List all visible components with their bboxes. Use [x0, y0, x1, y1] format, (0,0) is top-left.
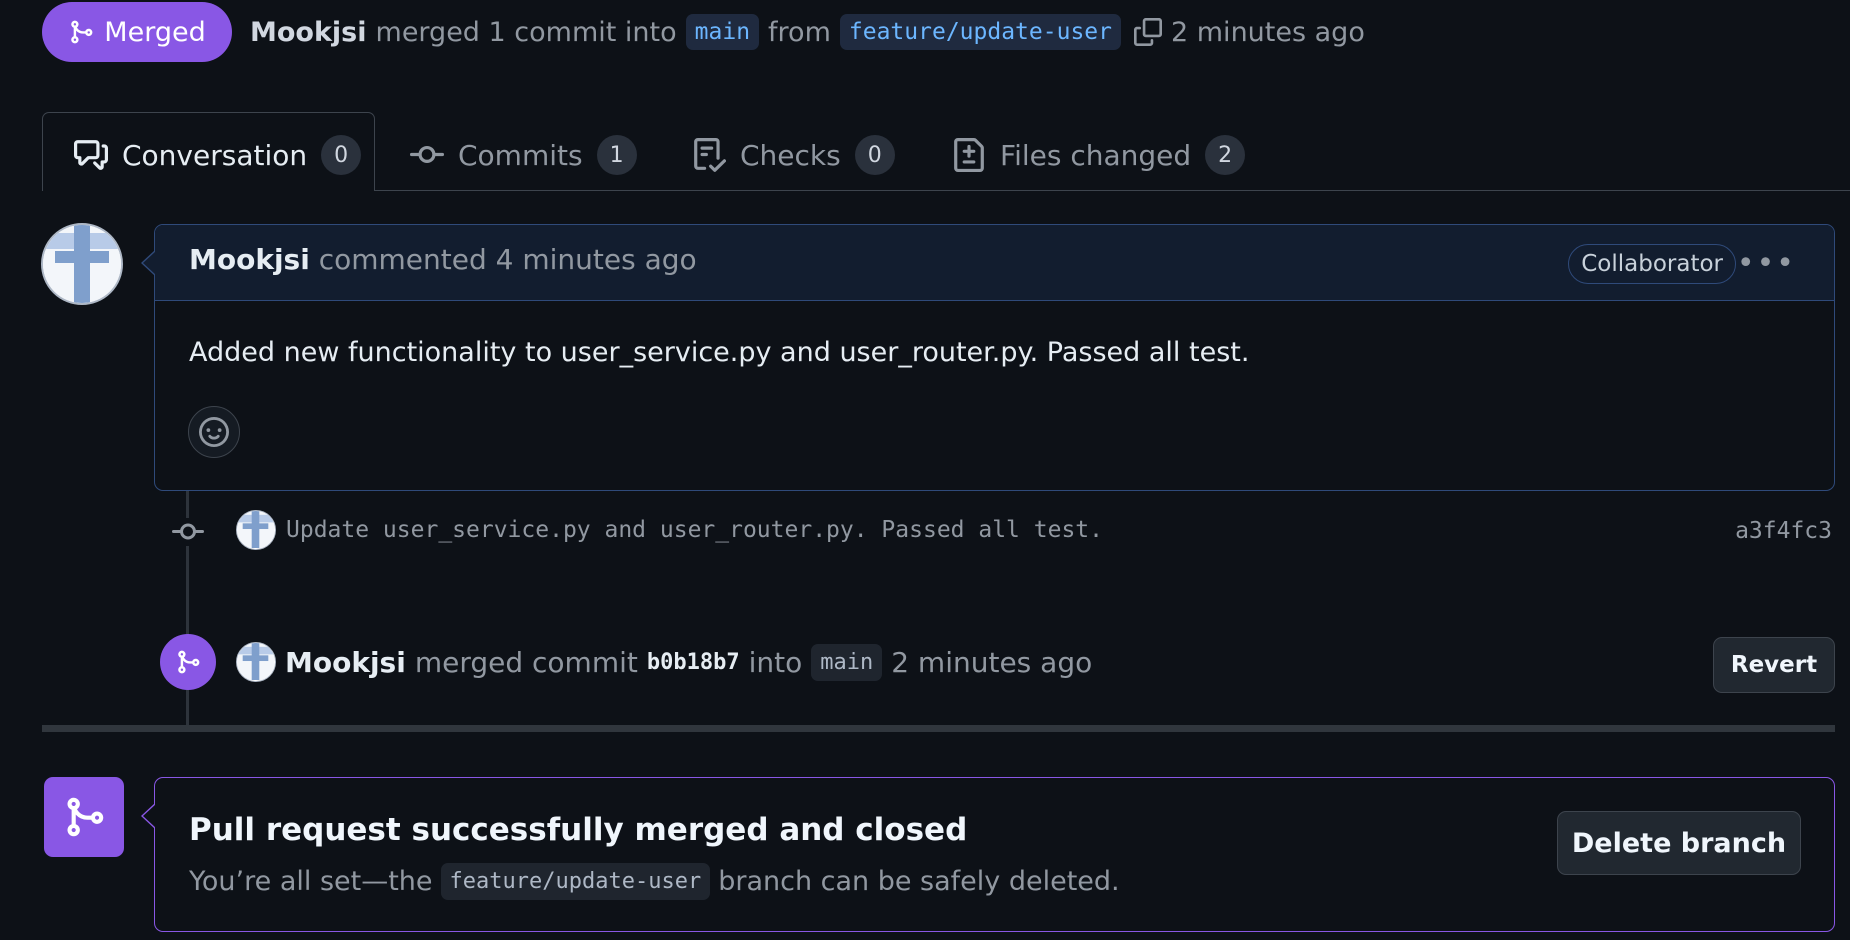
comment-body: Added new functionality to user_service.…: [189, 337, 1250, 368]
pr-author-link[interactable]: Mookjsi: [250, 17, 367, 48]
base-branch-link[interactable]: main: [685, 14, 760, 50]
delete-branch-button[interactable]: Delete branch: [1557, 811, 1801, 875]
merge-commit-sha-link[interactable]: b0b18b7: [647, 650, 740, 675]
merge-event-text: merged commit: [414, 645, 638, 679]
comment-box: Mookjsi commented 4 minutes ago Collabor…: [154, 224, 1835, 491]
avatar-identicon: [237, 511, 274, 548]
comment-author-link[interactable]: Mookjsi: [189, 243, 310, 276]
merged-subtitle: You’re all set—the feature/update-user b…: [189, 863, 1120, 900]
merge-target-branch[interactable]: main: [811, 643, 883, 681]
comment-header: Mookjsi commented 4 minutes ago Collabor…: [155, 225, 1834, 301]
from-text: from: [768, 16, 831, 48]
file-diff-icon: [954, 138, 984, 172]
merged-status-badge: Merged: [42, 2, 232, 62]
merged-sub-prefix: You’re all set—the: [189, 866, 433, 897]
merge-author-link[interactable]: Mookjsi: [285, 646, 406, 679]
merge-action-text: merged 1 commit into: [375, 16, 677, 48]
deletable-branch-name: feature/update-user: [440, 863, 711, 900]
avatar[interactable]: [41, 223, 123, 305]
git-merge-icon: [67, 797, 104, 837]
copy-icon[interactable]: [1134, 18, 1162, 46]
merge-time: 2 minutes ago: [1171, 16, 1365, 48]
pr-header-meta: Mookjsi merged 1 commit into main from f…: [250, 8, 1365, 56]
merge-event-badge: [160, 634, 216, 690]
tab-commits-count: 1: [596, 135, 637, 175]
avatar-identicon: [237, 643, 274, 680]
merged-status-label: Merged: [104, 16, 206, 48]
comment-pointer-fill: [143, 251, 156, 275]
tab-conversation[interactable]: Conversation 0: [74, 127, 362, 183]
merge-into-text: into: [748, 645, 803, 679]
tab-files-changed-label: Files changed: [1000, 138, 1192, 172]
tab-conversation-count: 0: [321, 135, 362, 175]
commit-sha-link[interactable]: a3f4fc3: [1735, 518, 1832, 544]
merge-event-time[interactable]: 2 minutes ago: [891, 646, 1092, 679]
tab-commits-label: Commits: [458, 138, 583, 172]
commit-author-avatar[interactable]: [236, 510, 276, 550]
merged-status-box: Pull request successfully merged and clo…: [154, 777, 1835, 932]
merged-status-icon: [44, 777, 124, 857]
tab-checks[interactable]: Checks 0: [692, 127, 895, 183]
merged-title: Pull request successfully merged and clo…: [189, 812, 968, 848]
merged-sub-suffix: branch can be safely deleted.: [718, 866, 1120, 897]
tab-files-changed[interactable]: Files changed 2: [952, 127, 1246, 183]
commit-message-link[interactable]: Update user_service.py and user_router.p…: [286, 517, 1103, 543]
tab-checks-label: Checks: [740, 138, 841, 172]
commit-row: Update user_service.py and user_router.p…: [236, 508, 1103, 552]
head-branch-link[interactable]: feature/update-user: [839, 14, 1121, 50]
git-merge-icon: [71, 20, 93, 44]
merge-event-row: Mookjsi merged commit b0b18b7 into main …: [236, 638, 1092, 686]
add-reaction-button[interactable]: [188, 406, 240, 458]
tab-conversation-label: Conversation: [122, 138, 308, 172]
comment-title: Mookjsi commented 4 minutes ago: [189, 243, 697, 276]
merged-box-pointer-fill: [143, 804, 156, 828]
git-commit-icon: [410, 145, 444, 163]
merge-author-avatar[interactable]: [236, 642, 276, 682]
comment-options-button[interactable]: •••: [1737, 246, 1796, 281]
comment-discussion-icon: [74, 140, 108, 170]
tab-files-changed-count: 2: [1205, 135, 1246, 175]
git-commit-icon: [172, 523, 204, 540]
git-merge-icon: [178, 650, 200, 674]
tab-checks-count: 0: [854, 135, 895, 175]
timeline-separator: [42, 725, 1835, 732]
tab-commits[interactable]: Commits 1: [410, 127, 637, 183]
collaborator-badge: Collaborator: [1568, 244, 1736, 284]
checklist-icon: [694, 138, 726, 172]
smiley-icon: [199, 417, 229, 447]
revert-button[interactable]: Revert: [1713, 637, 1835, 693]
commit-node: [170, 518, 206, 546]
comment-meta[interactable]: commented 4 minutes ago: [319, 243, 697, 276]
avatar-identicon: [43, 225, 121, 303]
